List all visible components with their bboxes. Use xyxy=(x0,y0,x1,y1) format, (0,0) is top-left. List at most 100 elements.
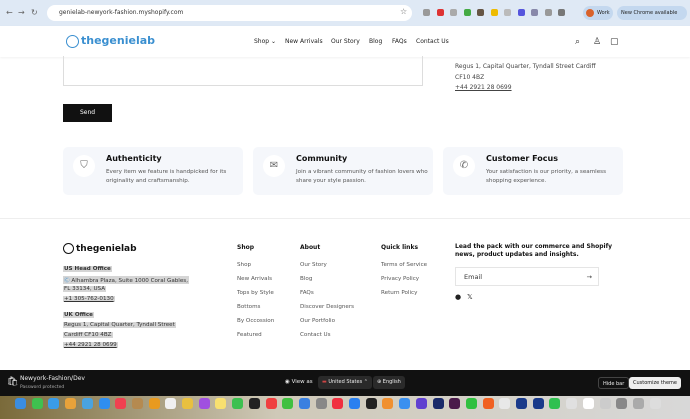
extension-icon[interactable] xyxy=(544,9,552,16)
message-textarea[interactable] xyxy=(63,56,423,86)
extension-icon[interactable] xyxy=(558,9,565,16)
logo[interactable]: thegenielab xyxy=(66,34,155,48)
facebook-icon[interactable]: ● xyxy=(455,293,461,301)
dock-app-icon[interactable] xyxy=(616,398,628,409)
dock-app-icon[interactable] xyxy=(332,398,344,409)
footer-link[interactable]: Terms of Service xyxy=(381,262,427,268)
dock-app-icon[interactable] xyxy=(532,398,544,409)
dock-app-icon[interactable] xyxy=(31,398,43,409)
update-chrome-button[interactable]: New Chrome available xyxy=(617,6,687,20)
dock-app-icon[interactable] xyxy=(432,398,444,409)
dock-app-icon[interactable] xyxy=(649,398,661,409)
footer-logo[interactable]: thegenielab xyxy=(63,243,137,254)
uk-address-footer-2: Cardiff CF10 4BZ xyxy=(63,332,113,338)
dock-app-icon[interactable] xyxy=(115,398,127,409)
dock-app-icon[interactable] xyxy=(582,398,594,409)
dock-app-icon[interactable] xyxy=(65,398,77,409)
nav-shop[interactable]: Shop ⌄ xyxy=(254,38,276,45)
dock-app-icon[interactable] xyxy=(349,398,360,409)
footer-link[interactable]: FAQs xyxy=(300,290,314,296)
search-icon[interactable]: ⌕ xyxy=(575,37,580,47)
footer-link[interactable]: Discover Designers xyxy=(300,304,354,310)
dock-app-icon[interactable] xyxy=(298,398,310,409)
dock-app-icon[interactable] xyxy=(15,398,26,409)
nav-new-arrivals[interactable]: New Arrivals xyxy=(285,38,323,45)
extension-icon[interactable] xyxy=(450,9,457,16)
dock-app-icon[interactable] xyxy=(232,398,244,409)
x-twitter-icon[interactable]: 𝕏 xyxy=(467,293,473,301)
footer-link[interactable]: Shop xyxy=(237,262,251,268)
nav-contact-us[interactable]: Contact Us xyxy=(416,38,449,45)
dock-app-icon[interactable] xyxy=(516,398,527,409)
nav-faqs[interactable]: FAQs xyxy=(392,38,407,45)
dock-app-icon[interactable] xyxy=(482,398,494,409)
dock-app-icon[interactable] xyxy=(315,398,327,409)
footer-link[interactable]: Contact Us xyxy=(300,332,331,338)
footer-link[interactable]: By Occossion xyxy=(237,318,274,324)
dock-app-icon[interactable] xyxy=(182,398,193,409)
dock-app-icon[interactable] xyxy=(198,398,210,409)
reload-icon[interactable]: ↻ xyxy=(31,8,38,17)
footer-link[interactable]: Privacy Policy xyxy=(381,276,419,282)
email-input[interactable]: Email → xyxy=(455,267,599,286)
us-phone-link[interactable]: +1 305-762-0130 xyxy=(63,296,115,302)
dock-app-icon[interactable] xyxy=(465,398,477,409)
dock-app-icon[interactable] xyxy=(81,398,93,409)
account-icon[interactable]: ♙ xyxy=(593,37,601,47)
dock-app-icon[interactable] xyxy=(215,398,227,409)
dock-app-icon[interactable] xyxy=(248,398,260,409)
extension-icon[interactable] xyxy=(436,9,444,16)
cart-icon[interactable]: ▢ xyxy=(610,37,619,47)
uk-phone-link[interactable]: +44 2921 28 0699 xyxy=(455,84,512,91)
footer-link[interactable]: Featured xyxy=(237,332,262,338)
dock-app-icon[interactable] xyxy=(632,398,644,409)
extension-icon[interactable] xyxy=(504,9,511,16)
dock-app-icon[interactable] xyxy=(382,398,394,409)
macos-dock xyxy=(0,396,690,419)
send-button[interactable]: Send xyxy=(63,104,112,122)
dock-app-icon[interactable] xyxy=(48,398,60,409)
footer-link[interactable]: Blog xyxy=(300,276,312,282)
dock-app-icon[interactable] xyxy=(131,398,143,409)
address-bar[interactable]: genielab-newyork-fashion.myshopify.com xyxy=(47,5,412,21)
forward-icon[interactable]: → xyxy=(18,8,25,17)
dock-app-icon[interactable] xyxy=(449,398,461,409)
feature-desc: Your satisfaction is our priority, a sea… xyxy=(486,169,606,184)
dock-app-icon[interactable] xyxy=(399,398,411,409)
extension-icon[interactable] xyxy=(517,9,525,16)
uk-phone-footer-link[interactable]: +44 2921 28 0699 xyxy=(63,342,118,348)
dock-app-icon[interactable] xyxy=(566,398,578,409)
country-select[interactable]: ▬ United States ⌃ xyxy=(318,376,372,389)
dock-app-icon[interactable] xyxy=(98,398,110,409)
footer-link[interactable]: Our Story xyxy=(300,262,327,268)
nav-our-story[interactable]: Our Story xyxy=(331,38,360,45)
extension-icon[interactable] xyxy=(423,9,430,16)
submit-arrow-icon[interactable]: → xyxy=(587,268,592,286)
dock-app-icon[interactable] xyxy=(365,398,377,409)
dock-app-icon[interactable] xyxy=(265,398,277,409)
extension-icon[interactable] xyxy=(531,9,538,16)
language-select[interactable]: ⊕ English xyxy=(373,376,405,389)
footer-link[interactable]: Return Policy xyxy=(381,290,417,296)
back-icon[interactable]: ← xyxy=(6,8,13,17)
dock-app-icon[interactable] xyxy=(499,398,511,409)
footer-link[interactable]: New Arrivals xyxy=(237,276,272,282)
profile-button[interactable]: Work xyxy=(583,6,613,20)
dock-app-icon[interactable] xyxy=(549,398,561,409)
dock-app-icon[interactable] xyxy=(599,398,611,409)
extension-icon[interactable] xyxy=(463,9,471,16)
footer-link[interactable]: Bottoms xyxy=(237,304,260,310)
extension-icon[interactable] xyxy=(477,9,484,16)
dock-app-icon[interactable] xyxy=(148,398,160,409)
bookmark-star-icon[interactable]: ☆ xyxy=(400,7,407,16)
nav-blog[interactable]: Blog xyxy=(369,38,382,45)
footer-link[interactable]: Tops by Style xyxy=(237,290,274,296)
extension-icon[interactable] xyxy=(490,9,498,16)
dock-app-icon[interactable] xyxy=(165,398,177,409)
flag-us-icon: ▬ xyxy=(322,379,327,385)
footer-link[interactable]: Our Portfolio xyxy=(300,318,335,324)
dock-app-icon[interactable] xyxy=(282,398,294,409)
hide-bar-button[interactable]: Hide bar xyxy=(598,377,630,389)
customize-theme-button[interactable]: Customize theme xyxy=(629,377,681,389)
dock-app-icon[interactable] xyxy=(415,398,427,409)
